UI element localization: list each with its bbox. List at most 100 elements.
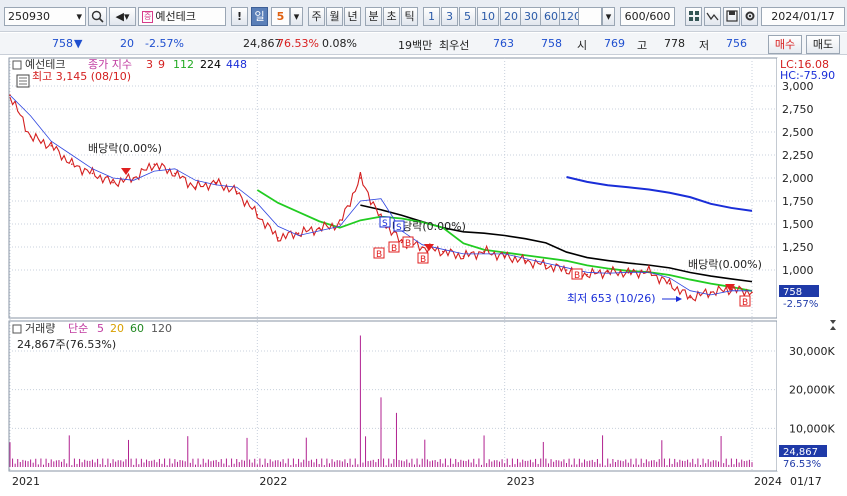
- time-tick-label: 2023: [507, 475, 535, 488]
- volume-legend-type: 단순: [68, 322, 88, 335]
- tab-day[interactable]: 일: [251, 7, 268, 26]
- sell-button[interactable]: 매도: [806, 35, 840, 54]
- legend-ma-224: 224: [200, 58, 221, 71]
- current-price: 758: [52, 37, 73, 50]
- volume-ratio: 76.53%: [277, 37, 319, 50]
- price-change: 20: [120, 37, 134, 50]
- volume-value: 24,867: [243, 37, 282, 50]
- price-point: [338, 223, 341, 225]
- tab-month[interactable]: 월: [326, 7, 343, 26]
- interval-20[interactable]: 20: [500, 7, 522, 26]
- date-field[interactable]: 2024/01/17: [761, 7, 845, 26]
- interval-5[interactable]: 5: [459, 7, 476, 26]
- svg-text:S: S: [382, 219, 388, 229]
- buy-marker[interactable]: B: [417, 252, 429, 265]
- price-tick-label: 2,250: [782, 149, 814, 162]
- current-price-tag-value: 758: [783, 287, 802, 298]
- period-chevron-icon[interactable]: ▾: [290, 7, 303, 26]
- volume-legend-ma-20: 20: [110, 322, 124, 335]
- volume-note: 24,867주(76.53%): [17, 338, 116, 351]
- low-label: 저: [699, 39, 710, 52]
- interval-10[interactable]: 10: [477, 7, 499, 26]
- grid-layout-icon[interactable]: [685, 7, 702, 26]
- stock-name: 예선테크: [155, 10, 196, 23]
- svg-text:B: B: [742, 298, 748, 308]
- price-tick-label: 2,750: [782, 103, 814, 116]
- price-point: [606, 271, 609, 273]
- tab-minute[interactable]: 분: [365, 7, 382, 26]
- search-icon[interactable]: [88, 7, 107, 26]
- interval-3[interactable]: 3: [441, 7, 458, 26]
- price-point: [297, 232, 300, 234]
- tab-tick[interactable]: 틱: [401, 7, 418, 26]
- chevron-down-icon[interactable]: ▾: [76, 8, 85, 25]
- legend-ma-9: 9: [158, 58, 165, 71]
- svg-text:B: B: [391, 244, 397, 254]
- custom-interval-input[interactable]: [578, 7, 602, 26]
- price-change-pct: -2.57%: [145, 37, 184, 50]
- svg-text:S: S: [396, 223, 402, 233]
- price-point: [586, 273, 588, 276]
- price-point: [71, 163, 73, 165]
- buy-marker[interactable]: B: [388, 241, 400, 254]
- price-point: [112, 181, 114, 184]
- legend-ma-448: 448: [226, 58, 247, 71]
- low-annotation: 최저 653 (10/26): [567, 292, 656, 305]
- price-point: [91, 172, 94, 175]
- buy-button[interactable]: 매수: [768, 35, 802, 54]
- price-point: [565, 269, 568, 271]
- price-point: [318, 227, 320, 230]
- stock-name-field[interactable]: 증 예선테크: [138, 7, 226, 26]
- price-tick-label: 1,000: [782, 264, 814, 277]
- price-panel: [8, 57, 778, 319]
- svg-text:B: B: [405, 239, 411, 249]
- sell-marker[interactable]: S: [393, 220, 405, 233]
- volume-legend-ma-120: 120: [151, 322, 172, 335]
- open-label: 시: [577, 39, 588, 52]
- price-point: [462, 255, 465, 257]
- time-axis: [0, 472, 847, 496]
- chart-toolbar: 250930 ▾ ◀▾ 증 예선테크 ! 일 5 ▾ 주 월 년 분 초 틱 1 3…: [0, 0, 847, 32]
- gear-icon[interactable]: [741, 7, 758, 26]
- buy-marker[interactable]: B: [739, 295, 751, 308]
- sell-marker[interactable]: S: [379, 216, 391, 229]
- price-point: [751, 291, 753, 294]
- price-point: [648, 271, 650, 273]
- tab-week[interactable]: 주: [308, 7, 325, 26]
- price-point: [359, 177, 362, 179]
- price-point: [400, 241, 403, 244]
- trendline-icon[interactable]: [704, 7, 721, 26]
- save-icon[interactable]: [723, 7, 740, 26]
- interval-chevron-icon[interactable]: ▾: [602, 7, 615, 26]
- price-tick-label: 1,500: [782, 218, 814, 231]
- dividend-note-3: 배당락(0.00%): [688, 258, 762, 271]
- price-point: [668, 283, 671, 285]
- tab-year[interactable]: 년: [344, 7, 361, 26]
- price-point: [153, 163, 156, 165]
- bar-count-field[interactable]: 600/600: [620, 7, 675, 26]
- stock-code-input[interactable]: 250930 ▾: [4, 7, 86, 26]
- price-tick-label: 1,250: [782, 241, 814, 254]
- best-ask: 763: [493, 37, 514, 50]
- buy-marker[interactable]: B: [402, 236, 414, 249]
- interval-1[interactable]: 1: [423, 7, 440, 26]
- price-point: [277, 237, 279, 239]
- price-point: [132, 177, 135, 179]
- buy-marker[interactable]: B: [373, 247, 385, 260]
- price-tick-label: 2,000: [782, 172, 814, 185]
- price-point: [709, 291, 712, 293]
- price-point: [627, 271, 630, 274]
- price-point: [421, 246, 424, 248]
- speaker-dropdown-icon[interactable]: ◀▾: [109, 7, 136, 26]
- open-price: 769: [604, 37, 625, 50]
- alert-button[interactable]: !: [231, 7, 248, 26]
- buy-marker[interactable]: B: [571, 268, 583, 281]
- tab-second[interactable]: 초: [383, 7, 400, 26]
- price-point: [442, 250, 444, 253]
- price-point: [29, 135, 32, 138]
- stock-chart[interactable]: 예선테크 종가 지수 3 9 112 224 448 최고 3,145 (08/…: [0, 56, 847, 496]
- period-number[interactable]: 5: [271, 7, 290, 26]
- interval-30[interactable]: 30: [520, 7, 542, 26]
- price-point: [483, 250, 485, 253]
- price-point: [174, 172, 176, 175]
